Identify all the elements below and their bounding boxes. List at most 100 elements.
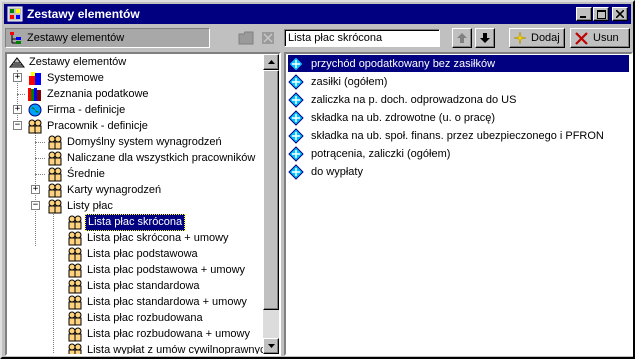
tree-line — [17, 94, 25, 95]
move-down-button[interactable] — [475, 28, 495, 48]
tree-item-naliczane[interactable]: Naliczane dla wszystkich pracowników — [47, 150, 257, 166]
remove-button[interactable]: Usun — [570, 28, 630, 48]
expand-toggle[interactable]: + — [31, 185, 40, 194]
scroll-down-button[interactable] — [263, 338, 279, 354]
add-button-label: Dodaj — [531, 32, 560, 44]
globe-icon — [28, 103, 42, 117]
tree-item-lista-rozbudowana-umowy[interactable]: Lista płac rozbudowana + umowy — [67, 326, 252, 342]
tree-item-label: Lista płac podstawowa — [87, 247, 198, 260]
tree-item-lista-podstawowa[interactable]: Lista płac podstawowa — [67, 246, 200, 262]
list-item[interactable]: składka na ub. zdrowotne (u. o pracę) — [288, 109, 498, 126]
list-item-label: składka na ub. zdrowotne (u. o pracę) — [311, 111, 496, 124]
scroll-thumb[interactable] — [263, 70, 279, 310]
list-item-label: zaliczka na p. doch. odprowadzona do US — [311, 93, 517, 106]
tree-item-label: Lista płac rozbudowana + umowy — [87, 327, 250, 340]
tree-line — [53, 207, 54, 354]
tree-root-label: Zestawy elementów — [29, 55, 127, 68]
collapse-toggle[interactable]: − — [13, 121, 22, 130]
list-item-label: składka na ub. społ. finans. przez ubezp… — [311, 129, 604, 142]
set-name-field[interactable]: Lista płac skrócona — [284, 29, 440, 47]
list-item[interactable]: przychód opodatkowany bez zasiłków — [288, 55, 629, 72]
app-window: Zestawy elementów Zestawy elementów Zest… — [0, 0, 635, 359]
scroll-up-button[interactable] — [263, 54, 279, 70]
list-item-label: do wypłaty — [311, 165, 363, 178]
people-icon — [48, 199, 62, 214]
tree-item-label: Lista płac standardowa — [87, 279, 200, 292]
building-icon — [29, 72, 41, 85]
tree-item-lista-skrocona[interactable]: Lista płac skrócona — [67, 213, 186, 231]
tree-scrollbar[interactable] — [263, 54, 279, 354]
tree-item-label: Firma - definicje — [47, 103, 126, 116]
tree-item-label: Lista wypłat z umów cywilnoprawnyc — [87, 343, 266, 356]
people-icon — [68, 247, 82, 262]
tree-item-label: Średnie — [67, 167, 105, 180]
delete-icon — [575, 31, 588, 45]
expand-toggle[interactable]: + — [13, 73, 22, 82]
list-item-label: zasiłki (ogółem) — [311, 75, 388, 88]
element-icon — [288, 163, 304, 180]
people-icon — [68, 327, 82, 342]
list-item-label: przychód opodatkowany bez zasiłków — [311, 57, 496, 70]
expand-toggle[interactable]: + — [13, 105, 22, 114]
tree-item-firma[interactable]: Firma - definicje — [27, 102, 127, 118]
tree-item-lista-skrocona-umowy[interactable]: Lista płac skrócona + umowy — [67, 230, 231, 246]
tree-item-lista-wyplat[interactable]: Lista wypłat z umów cywilnoprawnyc — [67, 342, 268, 356]
tree-item-label: Lista płac podstawowa + umowy — [87, 263, 246, 276]
maximize-icon — [596, 9, 606, 19]
people-icon — [68, 343, 82, 354]
tree-item-karty[interactable]: Karty wynagrodzeń — [47, 182, 163, 198]
move-up-button[interactable] — [452, 28, 472, 48]
people-icon — [28, 119, 42, 134]
delete-icon — [262, 32, 274, 44]
element-icon — [288, 55, 304, 72]
delete-folder-button[interactable] — [258, 29, 278, 47]
collapse-toggle[interactable]: − — [31, 201, 40, 210]
element-icon — [288, 73, 304, 90]
tree-root[interactable]: Zestawy elementów — [9, 54, 128, 70]
arrow-up-icon — [267, 60, 275, 64]
element-icon — [288, 91, 304, 108]
list-item[interactable]: zasiłki (ogółem) — [288, 73, 390, 90]
tree-item-lista-podstawowa-umowy[interactable]: Lista płac podstawowa + umowy — [67, 262, 247, 278]
tree-item-lista-standardowa-umowy[interactable]: Lista płac standardowa + umowy — [67, 294, 249, 310]
people-icon — [48, 167, 62, 182]
people-icon — [68, 295, 82, 310]
elements-list[interactable]: przychód opodatkowany bez zasiłków zasił… — [284, 52, 633, 356]
list-item[interactable]: zaliczka na p. doch. odprowadzona do US — [288, 91, 519, 108]
tree-item-label: Zeznania podatkowe — [47, 87, 149, 100]
add-button[interactable]: Dodaj — [509, 28, 565, 48]
list-item[interactable]: składka na ub. społ. finans. przez ubezp… — [288, 127, 607, 144]
tree-item-lista-rozbudowana[interactable]: Lista płac rozbudowana — [67, 310, 205, 326]
tree-item-label: Pracownik - definicje — [47, 119, 148, 132]
new-folder-button[interactable] — [236, 29, 256, 47]
tree-item-label: Listy płac — [67, 199, 113, 212]
list-item[interactable]: do wypłaty — [288, 163, 366, 180]
list-item[interactable]: potrącenia, zaliczki (ogółem) — [288, 145, 453, 162]
tree-line — [35, 174, 45, 175]
remove-button-label: Usun — [593, 32, 619, 44]
minimize-button[interactable] — [576, 7, 592, 21]
arrow-down-icon — [267, 344, 275, 348]
maximize-button[interactable] — [593, 7, 609, 21]
people-icon — [48, 135, 62, 150]
tree-line — [35, 142, 45, 143]
tree-panel[interactable]: Zestawy elementów + Systemowe Zeznania p… — [5, 52, 281, 356]
tree-item-lista-standardowa[interactable]: Lista płac standardowa — [67, 278, 202, 294]
tree-item-systemowe[interactable]: Systemowe — [27, 70, 106, 86]
tree-item-label: Lista płac skrócona + umowy — [87, 231, 229, 244]
tree-item-domyslny[interactable]: Domyślny system wynagrodzeń — [47, 134, 224, 150]
title-bar[interactable]: Zestawy elementów — [4, 4, 631, 24]
arrow-up-icon — [457, 33, 467, 43]
close-icon — [616, 10, 624, 18]
tree-item-zeznania[interactable]: Zeznania podatkowe — [27, 86, 151, 102]
tree-item-srednie[interactable]: Średnie — [47, 166, 107, 182]
tree-item-label: Lista płac standardowa + umowy — [87, 295, 247, 308]
people-icon — [68, 279, 82, 294]
tree-item-label: Systemowe — [47, 71, 104, 84]
close-button[interactable] — [612, 7, 628, 21]
tree-item-label: Karty wynagrodzeń — [67, 183, 162, 196]
list-item-label: potrącenia, zaliczki (ogółem) — [311, 147, 451, 160]
tree-item-listy-plac[interactable]: Listy płac — [47, 198, 115, 214]
folder-icon — [238, 31, 254, 45]
tree-item-pracownik[interactable]: Pracownik - definicje — [27, 118, 150, 134]
